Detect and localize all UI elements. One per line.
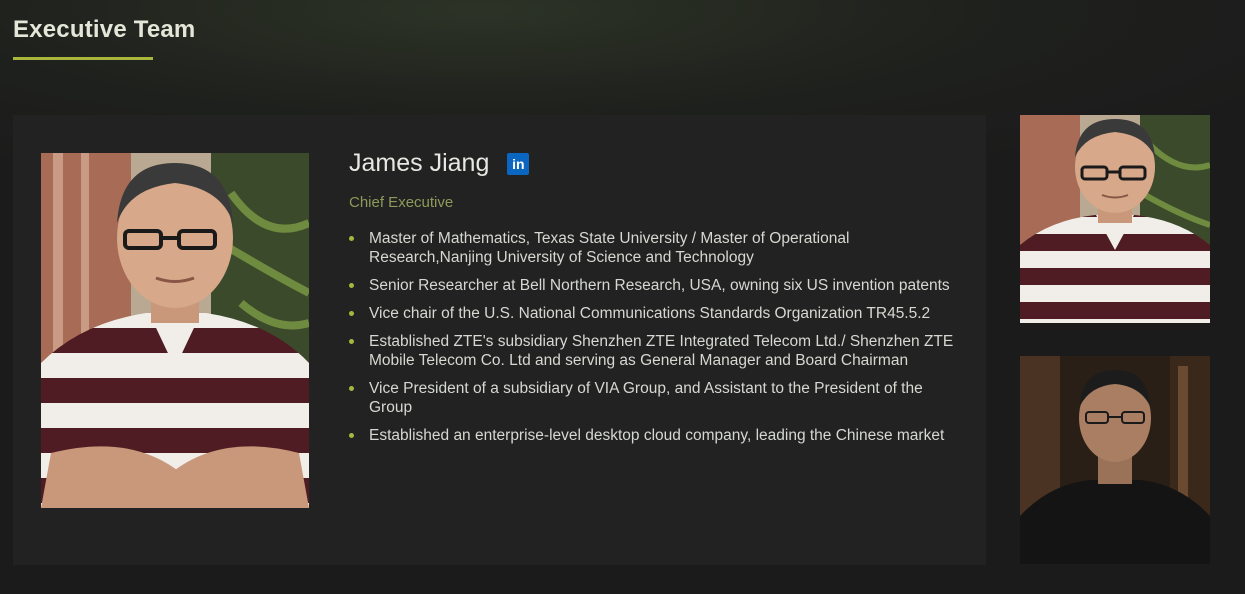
executive-name: James Jiang: [349, 149, 490, 177]
bullet-icon: [349, 311, 354, 316]
executive-info: James Jiang in Chief Executive Master of…: [349, 149, 959, 454]
executive-thumbnail-james-jiang[interactable]: [1020, 115, 1210, 323]
bullet-icon: [349, 339, 354, 344]
bio-item-text: Established ZTE's subsidiary Shenzhen ZT…: [369, 333, 954, 369]
bullet-icon: [349, 236, 354, 241]
bio-item-text: Vice President of a subsidiary of VIA Gr…: [369, 380, 923, 416]
executive-role: Chief Executive: [349, 194, 454, 211]
bio-item-text: Master of Mathematics, Texas State Unive…: [369, 230, 850, 266]
bullet-icon: [349, 283, 354, 288]
bio-item: Vice chair of the U.S. National Communic…: [349, 304, 959, 323]
bio-item-text: Senior Researcher at Bell Northern Resea…: [369, 277, 950, 294]
executive-card: James Jiang in Chief Executive Master of…: [13, 115, 986, 565]
bullet-icon: [349, 433, 354, 438]
bio-item: Master of Mathematics, Texas State Unive…: [349, 229, 959, 267]
bio-item: Vice President of a subsidiary of VIA Gr…: [349, 379, 959, 417]
bio-item-text: Established an enterprise-level desktop …: [369, 427, 945, 444]
executive-thumbnail-2[interactable]: [1020, 356, 1210, 564]
linkedin-icon[interactable]: in: [507, 152, 530, 175]
bio-item: Senior Researcher at Bell Northern Resea…: [349, 276, 959, 295]
name-row: James Jiang in: [349, 149, 959, 178]
bio-item: Established an enterprise-level desktop …: [349, 426, 959, 445]
bullet-icon: [349, 386, 354, 391]
section-title: Executive Team: [13, 16, 196, 43]
bio-item: Established ZTE's subsidiary Shenzhen ZT…: [349, 332, 959, 370]
executive-portrait: [41, 153, 309, 508]
title-underline: [13, 57, 153, 60]
bio-list: Master of Mathematics, Texas State Unive…: [349, 229, 959, 445]
bio-item-text: Vice chair of the U.S. National Communic…: [369, 305, 931, 322]
